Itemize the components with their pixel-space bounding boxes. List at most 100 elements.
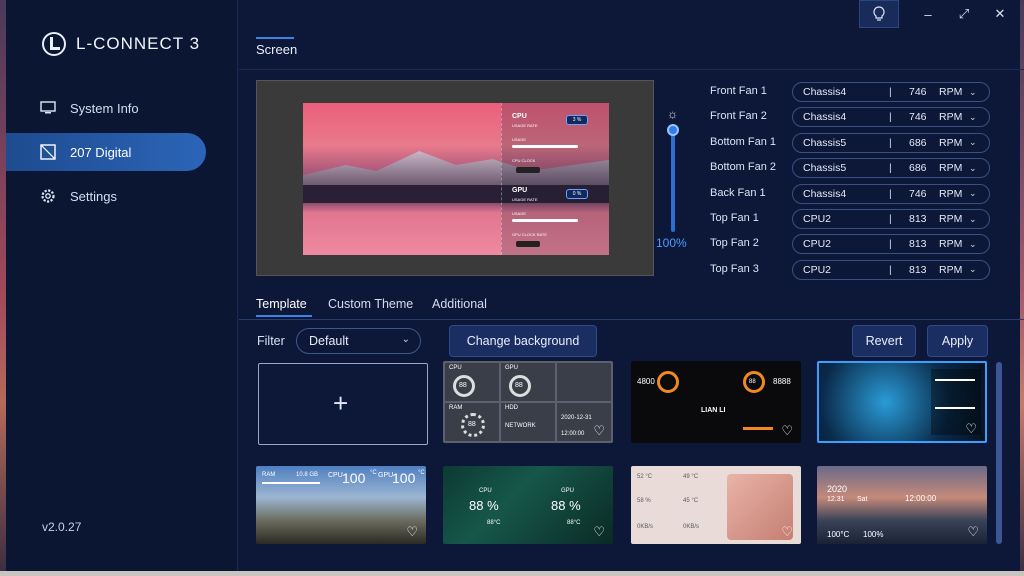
template-tile-cyber[interactable]: ♡ <box>817 361 987 443</box>
fan-source-dropdown[interactable]: CPU2 | 813 RPM ⌄ <box>792 234 990 255</box>
tile-cpu-temp: 100°C <box>827 530 850 539</box>
filter-value: Default <box>309 334 349 348</box>
fan-source-dropdown[interactable]: Chassis5 | 686 RPM ⌄ <box>792 158 990 179</box>
template-tile-green[interactable]: CPU GPU 88 % 88 % 88°C 88°C ♡ <box>443 466 613 544</box>
tile-cpu-gauge-value: 88 <box>459 382 467 389</box>
favorite-heart-icon[interactable]: ♡ <box>781 524 793 540</box>
sidebar-item-settings[interactable]: Settings <box>6 177 206 215</box>
fan-source-dropdown[interactable]: Chassis5 | 686 RPM ⌄ <box>792 132 990 153</box>
filter-dropdown[interactable]: Default ⌄ <box>296 328 421 354</box>
fan-source: CPU2 <box>803 263 832 276</box>
fan-label: Front Fan 2 <box>710 110 767 123</box>
fan-label: Top Fan 2 <box>710 237 759 250</box>
tile-gauge-value: 88 <box>749 379 756 385</box>
tile-gpu-temp: 49 °C <box>683 474 699 480</box>
fan-source-dropdown[interactable]: CPU2 | 813 RPM ⌄ <box>792 209 990 229</box>
tile-ram: 58 % <box>637 498 651 504</box>
minimize-button[interactable]: – <box>908 0 948 28</box>
tab-custom-theme[interactable]: Custom Theme <box>328 297 413 311</box>
chevron-down-icon: ⌄ <box>969 111 977 122</box>
fan-separator: | <box>889 187 892 200</box>
fan-rpm-unit: RPM <box>939 187 963 200</box>
preview-cpu-value: 3 % <box>566 115 588 125</box>
sidebar-item-system-info[interactable]: System Info <box>6 89 206 127</box>
fan-rpm-value: 686 <box>909 162 927 175</box>
fan-separator: | <box>889 136 892 149</box>
filter-label: Filter <box>257 334 285 348</box>
preview-cpu-sub: USAGE RATE <box>512 123 538 128</box>
tile-unit: °C <box>370 470 377 476</box>
tab-template[interactable]: Template <box>256 297 312 317</box>
lian-li-logo-icon <box>42 32 66 56</box>
favorite-heart-icon[interactable]: ♡ <box>593 423 605 439</box>
scrollbar-thumb[interactable] <box>996 362 1002 544</box>
template-tile-sunset[interactable]: 2020 12.31 Sat 12:00:00 100°C 100% ♡ <box>817 466 987 544</box>
brightness-slider-track[interactable] <box>671 128 675 232</box>
tile-ram-label: RAM <box>262 472 276 478</box>
fan-rpm-unit: RPM <box>939 86 963 98</box>
fan-source: CPU2 <box>803 238 832 251</box>
fan-source: Chassis5 <box>803 136 847 149</box>
tab-screen[interactable]: Screen <box>256 37 297 57</box>
revert-button[interactable]: Revert <box>852 325 916 357</box>
gear-icon <box>40 188 56 204</box>
fan-source: Chassis4 <box>803 187 847 200</box>
tab-additional[interactable]: Additional <box>432 297 487 311</box>
template-tile-lian-li[interactable]: 4800 88 8888 LIAN LI ♡ <box>631 361 801 443</box>
preview-gpu-usage-bar <box>512 219 578 222</box>
fan-rpm-unit: RPM <box>939 111 963 124</box>
tile-cpu-label: CPU <box>449 365 462 371</box>
sidebar-item-207-digital[interactable]: 207 Digital <box>6 133 206 171</box>
favorite-heart-icon[interactable]: ♡ <box>593 524 605 540</box>
fan-separator: | <box>889 263 892 276</box>
fan-source-dropdown[interactable]: CPU2 | 813 RPM ⌄ <box>792 259 990 280</box>
change-background-button[interactable]: Change background <box>449 325 597 357</box>
fan-label: Top Fan 1 <box>710 212 759 224</box>
fan-rpm-value: 746 <box>909 187 927 200</box>
fan-separator: | <box>889 238 892 251</box>
chevron-down-icon: ⌄ <box>969 264 977 275</box>
tile-orange-gauge <box>657 371 679 393</box>
apply-button[interactable]: Apply <box>927 325 988 357</box>
tile-download: 0KB/s <box>683 524 700 530</box>
brightness-slider-handle[interactable] <box>667 124 679 136</box>
preview-cpu-title: CPU <box>512 113 527 120</box>
tile-cpu-label: CPU <box>328 472 343 479</box>
display-icon <box>40 144 56 160</box>
monitor-icon <box>40 100 56 116</box>
chevron-down-icon: ⌄ <box>969 238 977 249</box>
fan-source-dropdown[interactable]: Chassis4 | 746 RPM ⌄ <box>792 107 990 128</box>
template-tile-pink-cube[interactable]: 52 °C 49 °C 58 % 45 °C 0KB/s 0KB/s ♡ <box>631 466 801 544</box>
lightbulb-icon[interactable] <box>859 0 899 28</box>
tile-cpu-label: CPU <box>479 488 492 494</box>
tile-ram-label: RAM <box>449 405 463 411</box>
fan-source-dropdown[interactable]: Chassis4 | 746 RPM ⌄ <box>792 183 990 204</box>
tile-gpu-gauge-value: 88 <box>515 382 523 389</box>
fan-separator: | <box>889 86 892 98</box>
fan-source-dropdown[interactable]: Chassis4 | 746 RPM ⌄ <box>792 82 990 102</box>
fan-separator: | <box>889 213 892 225</box>
favorite-heart-icon[interactable]: ♡ <box>967 524 979 540</box>
preview-gpu-clock-chip <box>516 241 540 247</box>
favorite-heart-icon[interactable]: ♡ <box>406 524 418 540</box>
desktop-wallpaper-right <box>1020 0 1024 576</box>
tile-gpu-temp: 88°C <box>567 520 581 526</box>
favorite-heart-icon[interactable]: ♡ <box>965 421 977 437</box>
preview-gpu-value: 0 % <box>566 189 588 199</box>
add-template-tile[interactable]: + <box>258 363 428 445</box>
fan-separator: | <box>889 162 892 175</box>
tile-cpu-temp: 88°C <box>487 520 501 526</box>
template-tile-landscape[interactable]: RAM 10.8 GB CPU 100 °C GPU 100 °C ♡ <box>256 466 426 544</box>
tile-cpu-temp: 100 <box>342 470 366 486</box>
preview-cpu-clock: CPU CLOCK <box>512 158 536 163</box>
tile-gpu-label: GPU <box>378 472 394 479</box>
favorite-heart-icon[interactable]: ♡ <box>781 423 793 439</box>
template-tile-gauges[interactable]: CPU GPU 88 88 RAM 88 HDD NETWORK 2020-12… <box>443 361 613 443</box>
template-scrollbar[interactable] <box>996 362 1002 544</box>
fan-label: Back Fan 1 <box>710 186 766 199</box>
chevron-down-icon: ⌄ <box>969 213 977 224</box>
maximize-button[interactable]: ⤢ <box>944 0 984 28</box>
screen-preview: CPU USAGE RATE 3 % USAGE CPU CLOCK GPU U… <box>256 80 654 276</box>
app-version: v2.0.27 <box>42 520 82 534</box>
close-button[interactable]: ✕ <box>980 0 1020 28</box>
